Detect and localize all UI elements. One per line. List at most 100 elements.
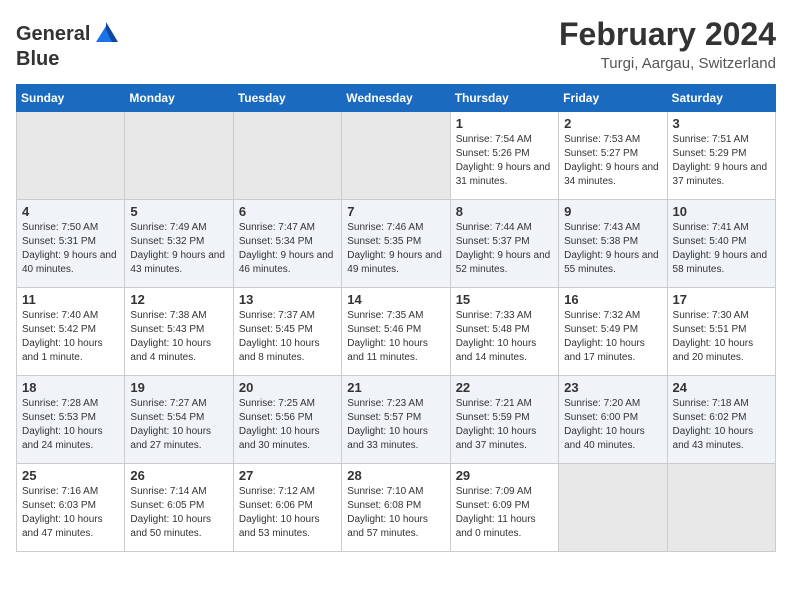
- header-cell-thursday: Thursday: [450, 85, 558, 112]
- calendar-cell: 10 Sunrise: 7:41 AM Sunset: 5:40 PM Dayli…: [667, 200, 775, 288]
- logo-general-text: General: [16, 23, 90, 45]
- calendar-cell: 15 Sunrise: 7:33 AM Sunset: 5:48 PM Dayli…: [450, 288, 558, 376]
- header: General Blue February 2024 Turgi, Aargau…: [16, 16, 776, 72]
- day-number: 13: [239, 292, 336, 307]
- logo: General Blue: [16, 20, 120, 70]
- calendar-cell: [559, 464, 667, 552]
- day-info: Sunrise: 7:12 AM Sunset: 6:06 PM Dayligh…: [239, 485, 336, 541]
- calendar-cell: 23 Sunrise: 7:20 AM Sunset: 6:00 PM Dayli…: [559, 376, 667, 464]
- day-number: 27: [239, 468, 336, 483]
- header-cell-saturday: Saturday: [667, 85, 775, 112]
- calendar-cell: [342, 112, 450, 200]
- calendar-cell: 29 Sunrise: 7:09 AM Sunset: 6:09 PM Dayli…: [450, 464, 558, 552]
- calendar-cell: 27 Sunrise: 7:12 AM Sunset: 6:06 PM Dayli…: [233, 464, 341, 552]
- day-number: 1: [456, 116, 553, 131]
- logo-icon: [92, 20, 120, 48]
- day-number: 22: [456, 380, 553, 395]
- day-info: Sunrise: 7:33 AM Sunset: 5:48 PM Dayligh…: [456, 309, 553, 365]
- day-number: 7: [347, 204, 444, 219]
- calendar-cell: 19Sunrise: 7:27 AM Sunset: 5:54 PM Dayli…: [125, 376, 233, 464]
- day-info: Sunrise: 7:23 AM Sunset: 5:57 PM Dayligh…: [347, 397, 444, 453]
- calendar-week-3: 11Sunrise: 7:40 AM Sunset: 5:42 PM Dayli…: [17, 288, 776, 376]
- day-info: Sunrise: 7:25 AM Sunset: 5:56 PM Dayligh…: [239, 397, 336, 453]
- calendar-cell: 26 Sunrise: 7:14 AM Sunset: 6:05 PM Dayli…: [125, 464, 233, 552]
- day-info: Sunrise: 7:46 AM Sunset: 5:35 PM Dayligh…: [347, 221, 444, 277]
- calendar-cell: 18 Sunrise: 7:28 AM Sunset: 5:53 PM Dayli…: [17, 376, 125, 464]
- day-number: 25: [22, 468, 119, 483]
- day-number: 20: [239, 380, 336, 395]
- calendar-cell: 12 Sunrise: 7:38 AM Sunset: 5:43 PM Dayli…: [125, 288, 233, 376]
- day-number: 8: [456, 204, 553, 219]
- calendar-header: SundayMondayTuesdayWednesdayThursdayFrid…: [17, 85, 776, 112]
- day-info: Sunrise: 7:20 AM Sunset: 6:00 PM Dayligh…: [564, 397, 661, 453]
- day-info: Sunrise: 7:41 AM Sunset: 5:40 PM Dayligh…: [673, 221, 770, 277]
- day-info: Sunrise: 7:10 AM Sunset: 6:08 PM Dayligh…: [347, 485, 444, 541]
- calendar-cell: [233, 112, 341, 200]
- day-info: Sunrise: 7:49 AM Sunset: 5:32 PM Dayligh…: [130, 221, 227, 277]
- day-info: Sunrise: 7:44 AM Sunset: 5:37 PM Dayligh…: [456, 221, 553, 277]
- calendar-cell: 14 Sunrise: 7:35 AM Sunset: 5:46 PM Dayli…: [342, 288, 450, 376]
- day-info: Sunrise: 7:35 AM Sunset: 5:46 PM Dayligh…: [347, 309, 444, 365]
- calendar-cell: 11Sunrise: 7:40 AM Sunset: 5:42 PM Dayli…: [17, 288, 125, 376]
- day-info: Sunrise: 7:53 AM Sunset: 5:27 PM Dayligh…: [564, 133, 661, 189]
- header-cell-monday: Monday: [125, 85, 233, 112]
- header-cell-tuesday: Tuesday: [233, 85, 341, 112]
- day-info: Sunrise: 7:54 AM Sunset: 5:26 PM Dayligh…: [456, 133, 553, 189]
- day-number: 3: [673, 116, 770, 131]
- day-info: Sunrise: 7:09 AM Sunset: 6:09 PM Dayligh…: [456, 485, 553, 541]
- day-number: 9: [564, 204, 661, 219]
- day-number: 23: [564, 380, 661, 395]
- header-cell-sunday: Sunday: [17, 85, 125, 112]
- day-number: 6: [239, 204, 336, 219]
- calendar-week-2: 4 Sunrise: 7:50 AM Sunset: 5:31 PM Daylig…: [17, 200, 776, 288]
- day-info: Sunrise: 7:27 AM Sunset: 5:54 PM Dayligh…: [130, 397, 227, 453]
- title-block: February 2024 Turgi, Aargau, Switzerland: [559, 16, 776, 72]
- day-info: Sunrise: 7:37 AM Sunset: 5:45 PM Dayligh…: [239, 309, 336, 365]
- calendar-week-5: 25Sunrise: 7:16 AM Sunset: 6:03 PM Dayli…: [17, 464, 776, 552]
- day-info: Sunrise: 7:32 AM Sunset: 5:49 PM Dayligh…: [564, 309, 661, 365]
- calendar-cell: 22 Sunrise: 7:21 AM Sunset: 5:59 PM Dayli…: [450, 376, 558, 464]
- calendar-cell: 21 Sunrise: 7:23 AM Sunset: 5:57 PM Dayli…: [342, 376, 450, 464]
- header-cell-friday: Friday: [559, 85, 667, 112]
- day-number: 17: [673, 292, 770, 307]
- calendar-cell: 17 Sunrise: 7:30 AM Sunset: 5:51 PM Dayli…: [667, 288, 775, 376]
- day-info: Sunrise: 7:38 AM Sunset: 5:43 PM Dayligh…: [130, 309, 227, 365]
- calendar-cell: 6 Sunrise: 7:47 AM Sunset: 5:34 PM Daylig…: [233, 200, 341, 288]
- calendar-body: 1 Sunrise: 7:54 AM Sunset: 5:26 PM Daylig…: [17, 112, 776, 552]
- day-info: Sunrise: 7:14 AM Sunset: 6:05 PM Dayligh…: [130, 485, 227, 541]
- day-number: 12: [130, 292, 227, 307]
- calendar-cell: 2 Sunrise: 7:53 AM Sunset: 5:27 PM Daylig…: [559, 112, 667, 200]
- day-number: 18: [22, 380, 119, 395]
- calendar-cell: 9 Sunrise: 7:43 AM Sunset: 5:38 PM Daylig…: [559, 200, 667, 288]
- day-info: Sunrise: 7:21 AM Sunset: 5:59 PM Dayligh…: [456, 397, 553, 453]
- day-info: Sunrise: 7:51 AM Sunset: 5:29 PM Dayligh…: [673, 133, 770, 189]
- day-number: 10: [673, 204, 770, 219]
- day-number: 15: [456, 292, 553, 307]
- day-number: 4: [22, 204, 119, 219]
- calendar-cell: 28 Sunrise: 7:10 AM Sunset: 6:08 PM Dayli…: [342, 464, 450, 552]
- calendar-cell: 3 Sunrise: 7:51 AM Sunset: 5:29 PM Daylig…: [667, 112, 775, 200]
- day-number: 21: [347, 380, 444, 395]
- day-info: Sunrise: 7:50 AM Sunset: 5:31 PM Dayligh…: [22, 221, 119, 277]
- calendar-cell: 16Sunrise: 7:32 AM Sunset: 5:49 PM Dayli…: [559, 288, 667, 376]
- day-info: Sunrise: 7:30 AM Sunset: 5:51 PM Dayligh…: [673, 309, 770, 365]
- calendar-week-1: 1 Sunrise: 7:54 AM Sunset: 5:26 PM Daylig…: [17, 112, 776, 200]
- calendar-cell: 20 Sunrise: 7:25 AM Sunset: 5:56 PM Dayli…: [233, 376, 341, 464]
- calendar-cell: [17, 112, 125, 200]
- day-number: 14: [347, 292, 444, 307]
- day-info: Sunrise: 7:47 AM Sunset: 5:34 PM Dayligh…: [239, 221, 336, 277]
- header-cell-wednesday: Wednesday: [342, 85, 450, 112]
- day-number: 26: [130, 468, 227, 483]
- day-info: Sunrise: 7:40 AM Sunset: 5:42 PM Dayligh…: [22, 309, 119, 365]
- day-info: Sunrise: 7:28 AM Sunset: 5:53 PM Dayligh…: [22, 397, 119, 453]
- day-number: 2: [564, 116, 661, 131]
- day-info: Sunrise: 7:43 AM Sunset: 5:38 PM Dayligh…: [564, 221, 661, 277]
- calendar-cell: 1 Sunrise: 7:54 AM Sunset: 5:26 PM Daylig…: [450, 112, 558, 200]
- calendar-cell: [667, 464, 775, 552]
- calendar-cell: 25Sunrise: 7:16 AM Sunset: 6:03 PM Dayli…: [17, 464, 125, 552]
- day-info: Sunrise: 7:18 AM Sunset: 6:02 PM Dayligh…: [673, 397, 770, 453]
- calendar-table: SundayMondayTuesdayWednesdayThursdayFrid…: [16, 84, 776, 552]
- day-number: 29: [456, 468, 553, 483]
- calendar-title: February 2024: [559, 16, 776, 53]
- day-number: 28: [347, 468, 444, 483]
